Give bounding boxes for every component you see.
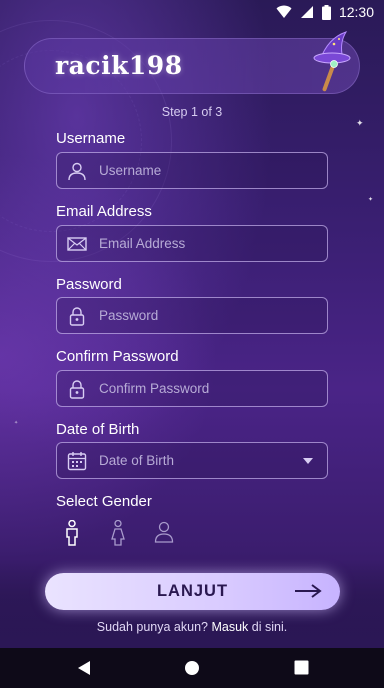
- dob-placeholder: Date of Birth: [99, 453, 175, 468]
- username-input[interactable]: [99, 153, 299, 188]
- step-indicator: Step 1 of 3: [161, 105, 223, 119]
- email-input[interactable]: [99, 226, 299, 261]
- dob-label: Date of Birth: [56, 421, 140, 438]
- mail-icon: [67, 237, 87, 251]
- system-nav-bar: [0, 648, 384, 688]
- username-label: Username: [56, 130, 126, 147]
- male-icon[interactable]: [62, 520, 82, 546]
- sparkle-icon: ✦: [368, 197, 374, 203]
- lock-icon: [69, 307, 85, 326]
- gender-options: [62, 520, 174, 546]
- signin-link[interactable]: Masuk: [211, 620, 248, 634]
- gender-label: Select Gender: [56, 493, 152, 510]
- chevron-down-icon: [303, 458, 313, 464]
- back-icon[interactable]: [76, 660, 92, 676]
- password-input[interactable]: [99, 298, 299, 333]
- signin-suffix: di sini.: [248, 620, 288, 634]
- recents-icon[interactable]: [294, 660, 309, 675]
- home-icon[interactable]: [184, 660, 200, 676]
- username-field[interactable]: [56, 152, 328, 189]
- dob-select[interactable]: Date of Birth: [56, 442, 328, 479]
- wifi-icon: [276, 5, 292, 18]
- status-bar: 12:30: [0, 0, 384, 24]
- next-button-label: LANJUT: [156, 582, 229, 600]
- battery-icon: [321, 4, 331, 20]
- app-screen: ✦ ✦ ✦ 12:30 racik198 Step 1 of 3 Usernam…: [0, 0, 384, 648]
- arrow-right-icon: [295, 584, 322, 598]
- signin-prefix: Sudah punya akun?: [96, 620, 212, 634]
- sparkle-icon: ✦: [356, 118, 364, 128]
- calendar-icon: [67, 452, 87, 471]
- signal-icon: [300, 6, 313, 18]
- sparkle-icon: ✦: [14, 420, 19, 426]
- female-icon[interactable]: [108, 520, 128, 546]
- lock-icon: [69, 380, 85, 399]
- next-button[interactable]: LANJUT: [45, 573, 340, 610]
- person-icon[interactable]: [154, 520, 174, 546]
- signin-prompt: Sudah punya akun? Masuk di sini.: [0, 620, 384, 634]
- brand-logo-text: racik198: [55, 51, 183, 80]
- confirm-password-label: Confirm Password: [56, 348, 179, 365]
- confirm-password-field[interactable]: [56, 370, 328, 407]
- password-field[interactable]: [56, 297, 328, 334]
- clock: 12:30: [338, 4, 374, 20]
- confirm-password-input[interactable]: [99, 371, 299, 406]
- wizard-wand-icon: [313, 31, 351, 92]
- email-label: Email Address: [56, 203, 152, 220]
- password-label: Password: [56, 276, 122, 293]
- email-field[interactable]: [56, 225, 328, 262]
- user-icon: [68, 162, 86, 181]
